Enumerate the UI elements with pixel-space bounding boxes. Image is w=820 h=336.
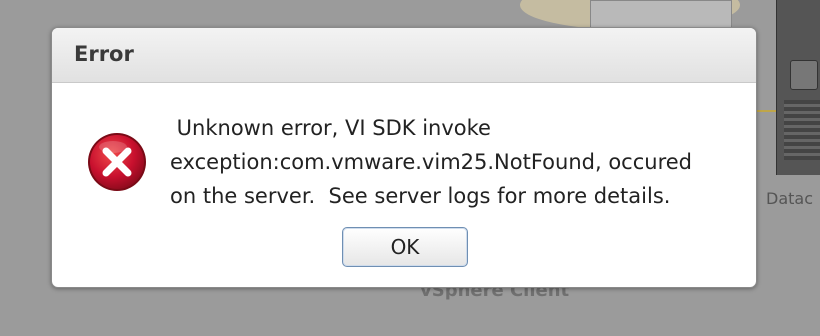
dialog-title: Error: [74, 42, 134, 66]
error-message-line: on the server. See server logs for more …: [170, 184, 671, 208]
background-server-vent: [784, 100, 820, 160]
error-message-line: Unknown error, VI SDK invoke: [170, 116, 491, 140]
dialog-titlebar[interactable]: Error: [52, 28, 756, 83]
error-x-icon: [88, 133, 146, 191]
background-server-slot: [790, 60, 818, 90]
ok-button[interactable]: OK: [342, 227, 468, 267]
background-datacenter-label: Datac: [766, 189, 813, 208]
error-message-line: exception:com.vmware.vim25.NotFound, occ…: [170, 150, 692, 174]
error-dialog: Error Unknown error, VI SDK invoke excep…: [51, 27, 757, 288]
error-message: Unknown error, VI SDK invoke exception:c…: [170, 111, 730, 213]
